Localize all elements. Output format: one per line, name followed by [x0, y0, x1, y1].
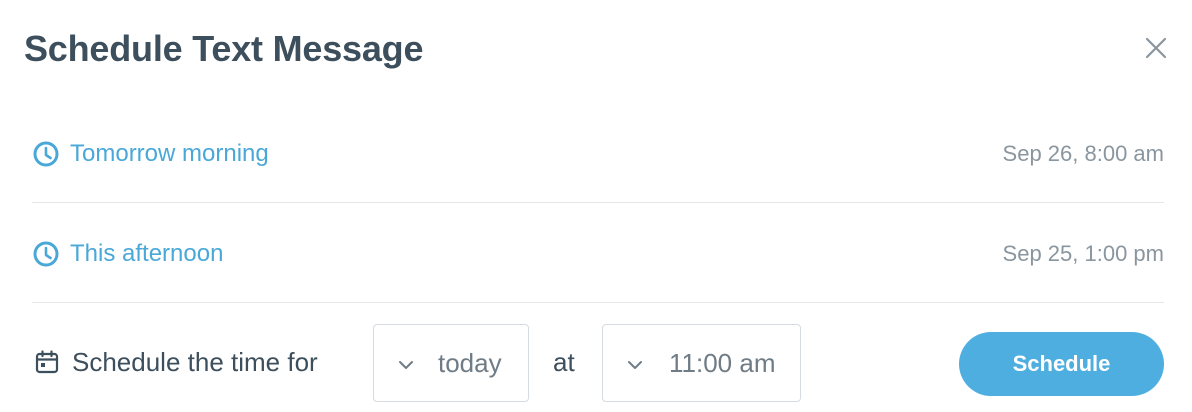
at-label: at: [553, 347, 575, 377]
option-time: Sep 25, 1:00 pm: [1002, 241, 1164, 266]
date-select-value: today: [438, 348, 502, 378]
schedule-time-label: Schedule the time for: [72, 347, 318, 377]
dialog-title: Schedule Text Message: [24, 28, 424, 69]
clock-icon: [33, 141, 59, 167]
option-this-afternoon[interactable]: This afternoon Sep 25, 1:00 pm: [32, 204, 1164, 304]
option-label: Tomorrow morning: [70, 140, 269, 167]
close-button[interactable]: [1142, 34, 1170, 62]
schedule-button[interactable]: Schedule: [959, 332, 1164, 396]
time-select[interactable]: 11:00 am: [602, 324, 801, 402]
calendar-icon: [35, 350, 59, 374]
option-time: Sep 26, 8:00 am: [1002, 141, 1164, 166]
custom-schedule-row: Schedule the time for today at 11:00 am …: [32, 320, 1164, 404]
time-select-value: 11:00 am: [669, 348, 776, 378]
option-label: This afternoon: [70, 240, 224, 267]
divider: [32, 302, 1164, 303]
divider: [32, 202, 1164, 203]
close-icon: [1145, 37, 1167, 59]
option-tomorrow-morning[interactable]: Tomorrow morning Sep 26, 8:00 am: [32, 104, 1164, 204]
chevron-down-icon: [628, 361, 642, 369]
date-select[interactable]: today: [373, 324, 529, 402]
chevron-down-icon: [399, 361, 413, 369]
schedule-text-message-dialog: Schedule Text Message Tomorrow morning S…: [0, 0, 1192, 412]
clock-icon: [33, 241, 59, 267]
